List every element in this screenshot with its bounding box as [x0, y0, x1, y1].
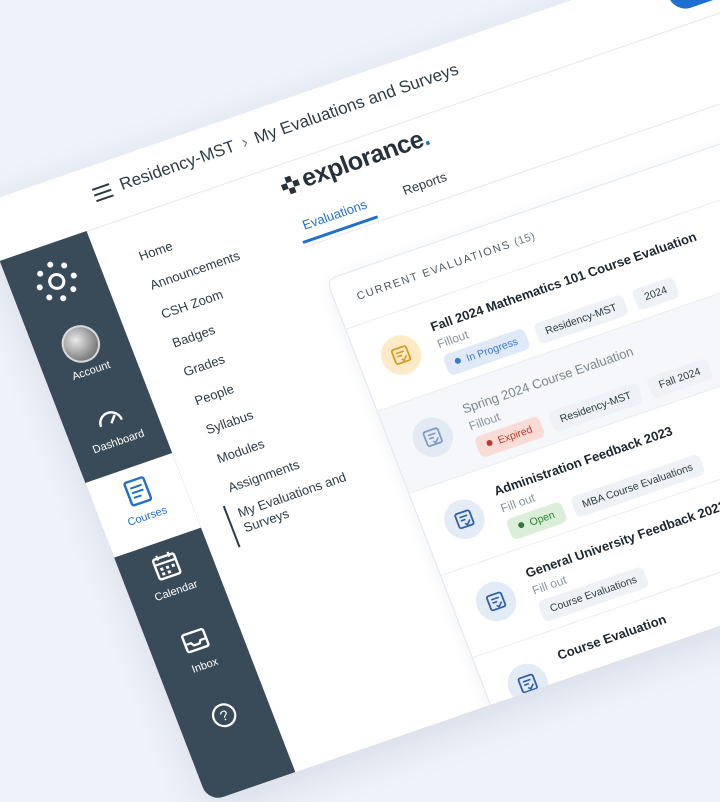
- dashboard-icon: [99, 411, 123, 428]
- app-window: Residency-MST›My Evaluations and Surveys…: [0, 0, 720, 802]
- courses-icon: [123, 476, 153, 507]
- status-label: Expired: [496, 423, 535, 447]
- avatar: [56, 320, 106, 368]
- evaluation-count: (15): [512, 230, 538, 249]
- tilted-scene: Residency-MST›My Evaluations and Surveys…: [0, 0, 720, 802]
- evaluation-form-icon: [501, 658, 554, 709]
- status-dot-icon: [517, 521, 526, 529]
- breadcrumb-page: My Evaluations and Surveys: [251, 59, 462, 148]
- tag-chip: 2024: [631, 276, 681, 311]
- svg-text:?: ?: [218, 706, 231, 724]
- status-label: Open: [527, 509, 557, 529]
- breadcrumb-course[interactable]: Residency-MST: [117, 137, 238, 194]
- evaluation-form-icon: [406, 411, 459, 463]
- top-action-button[interactable]: Co: [662, 0, 720, 14]
- canvas-logo-icon[interactable]: [25, 251, 88, 311]
- status-dot-icon: [485, 439, 494, 447]
- hamburger-menu-icon[interactable]: [91, 183, 114, 203]
- inbox-icon: [181, 628, 210, 654]
- evaluation-form-icon: [374, 329, 428, 381]
- tab-evaluations[interactable]: Evaluations: [300, 197, 369, 233]
- status-dot-icon: [453, 357, 462, 365]
- chevron-right-icon: ›: [238, 132, 251, 152]
- status-label: In Progress: [464, 335, 520, 365]
- explorance-mark-icon: [280, 175, 300, 194]
- evaluation-form-icon: [438, 494, 491, 545]
- tab-reports[interactable]: Reports: [400, 169, 448, 198]
- evaluation-form-icon: [469, 576, 523, 627]
- calendar-icon: [151, 551, 182, 581]
- help-icon: ?: [211, 703, 237, 728]
